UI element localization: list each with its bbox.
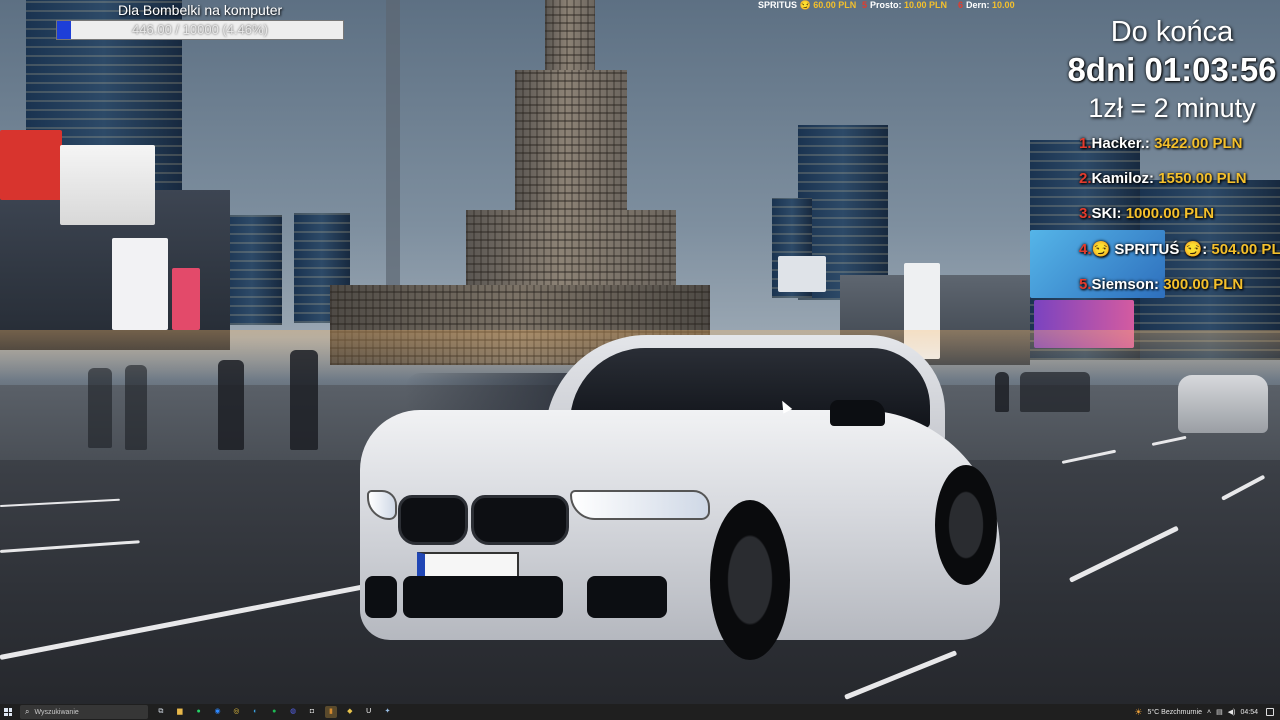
palace-spire (545, 0, 595, 80)
edge-icon[interactable]: ◐ (249, 706, 261, 718)
rear-wheel (935, 465, 997, 585)
billboard (112, 238, 168, 330)
chrome-icon[interactable]: ◎ (230, 706, 242, 718)
notifications-icon[interactable] (1266, 708, 1274, 716)
weather-text[interactable]: 5°C Bezchmurnie (1147, 709, 1202, 716)
ubisoft-icon[interactable]: U (363, 706, 375, 718)
goal-title: Dla Bombelki na komputer (118, 2, 283, 18)
billboard (778, 256, 826, 292)
obs-icon[interactable]: ◘ (306, 706, 318, 718)
pedestrian (290, 350, 318, 450)
side-mirror (830, 400, 885, 426)
bmw-car (355, 330, 1005, 670)
top-donor-row: 2.Kamiloz: 1550.00 PLN (1079, 170, 1247, 187)
search-placeholder: Wyszukiwanie (34, 708, 79, 716)
spotify-icon[interactable]: ● (268, 706, 280, 718)
billboard (60, 145, 155, 225)
kidney-grille (471, 495, 569, 545)
headlight (570, 490, 710, 520)
pedestrian (218, 360, 244, 450)
air-intake (365, 576, 397, 618)
discord-icon[interactable]: ◍ (287, 706, 299, 718)
weather-icon: ☀ (1134, 706, 1143, 717)
goal-progress-bar: 446.00 / 10000 (4.46%) (56, 20, 344, 40)
front-wheel (710, 500, 790, 660)
volume-icon[interactable]: ◀) (1228, 708, 1236, 716)
kidney-grille (398, 495, 468, 545)
system-tray: ☀ 5°C Bezchmurnie ˄ ▤ ◀) 04:54 (1129, 707, 1280, 718)
windows-logo-icon (4, 708, 12, 716)
ticker-item: 6 Dern: 10.00 (958, 0, 1015, 10)
file-explorer-icon[interactable]: ▆ (174, 706, 186, 718)
distant-car (1178, 375, 1268, 433)
search-icon: ⌕ (25, 707, 30, 716)
taskbar-search[interactable]: ⌕ Wyszukiwanie (20, 705, 148, 719)
task-view-icon[interactable]: ⧉ (155, 706, 167, 718)
countdown-timer: 8dni 01:03:56 (1067, 51, 1277, 88)
whatsapp-icon[interactable]: ● (193, 706, 205, 718)
countdown-label: Do końca (1110, 16, 1234, 48)
billboard (0, 130, 62, 200)
pedestrian-group (1020, 372, 1090, 412)
air-intake (587, 576, 667, 618)
skyscraper (222, 215, 282, 325)
messenger-icon[interactable]: ◉ (212, 706, 224, 718)
top-donor-row: 5.Siemson: 300.00 PLN (1079, 276, 1244, 293)
top-donor-row: 1.Hacker.: 3422.00 PLN (1079, 135, 1243, 152)
air-intake (403, 576, 563, 618)
ticker-item: 5 Prosto: 10.00 PLN (862, 0, 948, 10)
pedestrian (88, 368, 112, 448)
security-icon[interactable]: ◆ (344, 706, 356, 718)
ticker-item: SPRITUS 😏 60.00 PLN (758, 0, 857, 10)
goal-progress-text: 446.00 / 10000 (4.46%) (132, 22, 268, 37)
top-donor-row: 3.SKI: 1000.00 PLN (1079, 205, 1215, 222)
top-donor-row: 4.😏 SPRITUŚ 😏: 504.00 PLN (1079, 241, 1280, 258)
lamp-post (386, 0, 400, 290)
start-button[interactable] (0, 704, 16, 720)
taskbar-apps: ⧉ ▆ ● ◉ ◎ ◐ ● ◍ ◘ ▮ ◆ U ✦ (148, 706, 394, 718)
taskbar: ⌕ Wyszukiwanie ⧉ ▆ ● ◉ ◎ ◐ ● ◍ ◘ ▮ ◆ U ✦ ☀ 5°C Bezch… (0, 704, 1280, 720)
billboard (172, 268, 200, 330)
steam-icon[interactable]: ✦ (382, 706, 394, 718)
donation-rate: 1zł = 2 minuty (1088, 93, 1256, 123)
pedestrian (125, 365, 147, 450)
network-icon[interactable]: ▤ (1216, 708, 1223, 716)
tray-overflow-icon[interactable]: ˄ (1207, 709, 1211, 716)
active-app-icon[interactable]: ▮ (324, 706, 337, 718)
clock[interactable]: 04:54 (1240, 709, 1258, 716)
